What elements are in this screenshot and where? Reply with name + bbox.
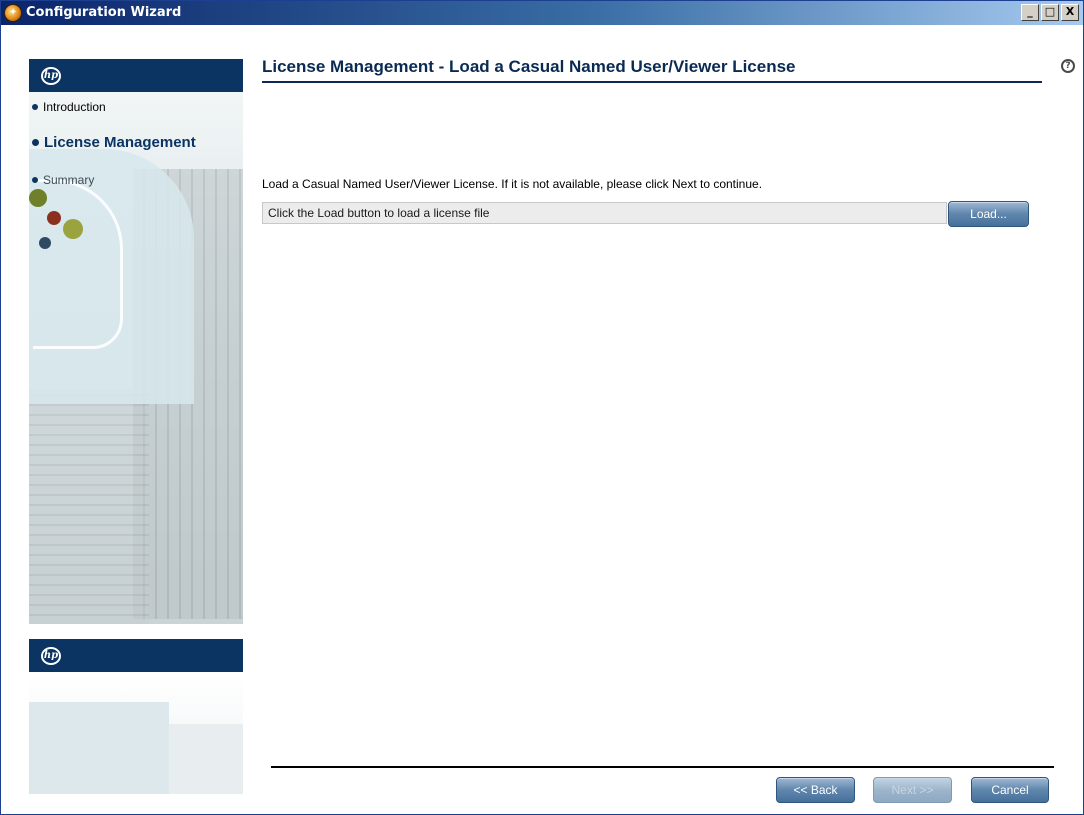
- minimize-button[interactable]: _: [1021, 4, 1039, 21]
- bullet-icon: [32, 103, 38, 110]
- instruction-text: Load a Casual Named User/Viewer License.…: [262, 177, 763, 191]
- step-label: License Management: [44, 134, 196, 151]
- decor-dot: [29, 189, 47, 207]
- cancel-button[interactable]: Cancel: [971, 777, 1049, 803]
- decor-dot: [47, 211, 61, 225]
- wizard-app-icon: ✦: [4, 4, 22, 22]
- building-graphic-lower: [29, 389, 149, 624]
- sidebar-lower-graphic: [29, 702, 169, 794]
- step-license-management[interactable]: License Management: [32, 134, 196, 151]
- hp-logo: hp: [41, 67, 61, 85]
- wizard-content: License Management - Load a Casual Named…: [262, 53, 1075, 803]
- license-file-field[interactable]: Click the Load button to load a license …: [262, 202, 947, 224]
- bullet-icon: [32, 138, 39, 146]
- step-label: Summary: [43, 173, 95, 187]
- title-bar[interactable]: ✦ Configuration Wizard _ □ X: [1, 1, 1083, 25]
- window-title: Configuration Wizard: [26, 5, 182, 20]
- page-title: License Management - Load a Casual Named…: [262, 57, 796, 76]
- next-button[interactable]: Next >>: [873, 777, 952, 803]
- help-icon[interactable]: ?: [1061, 59, 1075, 73]
- back-button[interactable]: << Back: [776, 777, 855, 803]
- decor-dot: [39, 237, 51, 249]
- hp-logo: hp: [41, 647, 61, 665]
- wizard-sidebar: hp Introduction License Management Summa…: [29, 59, 243, 794]
- window-controls: _ □ X: [1021, 4, 1079, 21]
- configuration-wizard-window: ✦ Configuration Wizard _ □ X hp Introduc…: [0, 0, 1084, 815]
- maximize-button[interactable]: □: [1041, 4, 1059, 21]
- close-button[interactable]: X: [1061, 4, 1079, 21]
- bullet-icon: [32, 176, 38, 183]
- title-divider: [262, 81, 1042, 83]
- step-summary[interactable]: Summary: [32, 173, 94, 187]
- sidebar-lower-shade: [169, 724, 243, 794]
- decor-dot: [63, 219, 83, 239]
- load-button[interactable]: Load...: [948, 201, 1029, 227]
- footer-divider: [271, 766, 1054, 768]
- hp-footer-band: hp: [29, 639, 243, 672]
- hp-header-band: hp: [29, 59, 243, 92]
- step-introduction[interactable]: Introduction: [32, 100, 106, 114]
- step-label: Introduction: [43, 100, 106, 114]
